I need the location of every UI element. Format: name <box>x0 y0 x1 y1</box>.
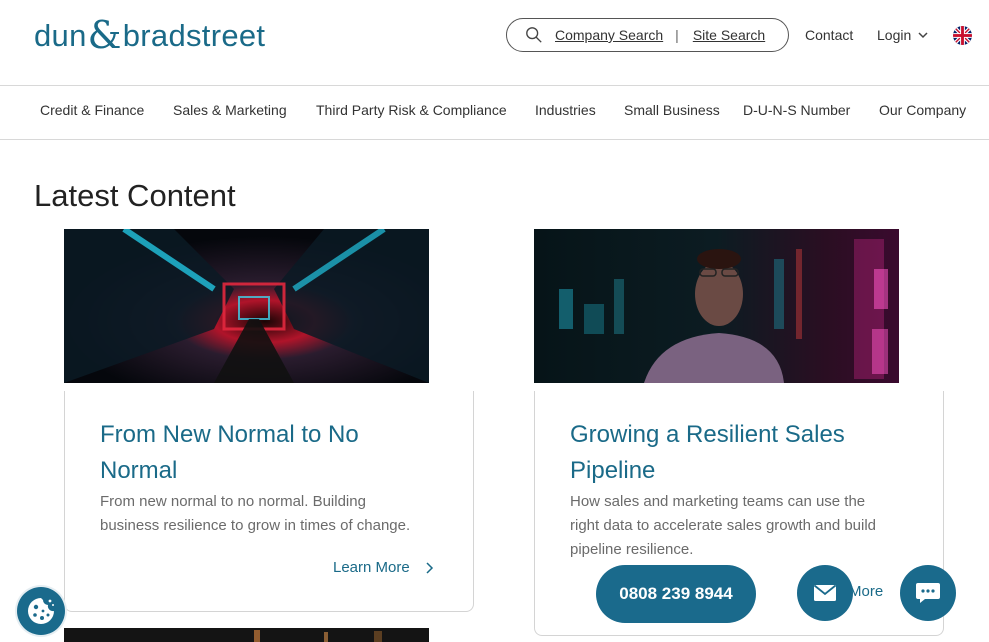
search-pill: Company Search | Site Search <box>506 18 789 52</box>
card-1-title[interactable]: From New Normal to No Normal <box>100 417 359 489</box>
card-image-tunnel[interactable] <box>64 229 429 383</box>
uk-flag-icon[interactable] <box>953 26 972 45</box>
chevron-right-icon <box>426 561 433 574</box>
card-1-learn-more[interactable]: Learn More <box>333 559 434 576</box>
site-search-link[interactable]: Site Search <box>693 27 765 43</box>
cookie-settings-button[interactable] <box>17 587 65 635</box>
nav-our-company[interactable]: Our Company <box>879 102 966 118</box>
learn-more-label: Learn More <box>333 559 410 576</box>
phone-button[interactable]: 0808 239 8944 <box>596 565 756 623</box>
nav-sales-marketing[interactable]: Sales & Marketing <box>173 102 287 118</box>
card-2-desc-line2: right data to accelerate sales growth an… <box>570 517 877 534</box>
main-nav: Credit & Finance Sales & Marketing Third… <box>0 86 989 140</box>
nav-industries[interactable]: Industries <box>535 102 596 118</box>
card-1-desc-line2: business resilience to grow in times of … <box>100 517 411 534</box>
card-2-learn-more[interactable]: More <box>849 583 883 600</box>
logo-ampersand: & <box>87 13 122 57</box>
contact-link[interactable]: Contact <box>805 27 853 43</box>
nav-third-party-risk[interactable]: Third Party Risk & Compliance <box>316 102 507 118</box>
learn-more-label: More <box>849 583 884 600</box>
login-label: Login <box>877 27 912 43</box>
chevron-down-icon <box>918 32 928 39</box>
card-2-title[interactable]: Growing a Resilient Sales Pipeline <box>570 417 845 489</box>
card-1-title-line2: Normal <box>100 457 178 484</box>
card-1-description: From new normal to no normal. Building b… <box>100 490 410 538</box>
search-icon <box>526 27 542 43</box>
content-card-1: From New Normal to No Normal From new no… <box>64 391 474 612</box>
card-2-title-line1: Growing a Resilient Sales <box>570 421 845 448</box>
site-header: dun & bradstreet Company Search | Site S… <box>0 0 989 86</box>
cookie-icon <box>28 598 54 624</box>
card-image-3-peek[interactable] <box>64 628 429 642</box>
dnb-logo[interactable]: dun & bradstreet <box>34 13 266 58</box>
section-title: Latest Content <box>34 178 236 213</box>
chat-icon <box>916 583 940 603</box>
mail-icon <box>813 584 837 601</box>
company-search-link[interactable]: Company Search <box>555 27 663 43</box>
nav-duns-number[interactable]: D-U-N-S Number <box>743 102 850 118</box>
card-1-title-line1: From New Normal to No <box>100 421 359 448</box>
card-2-desc-line1: How sales and marketing teams can use th… <box>570 493 866 510</box>
nav-small-business[interactable]: Small Business <box>624 102 720 118</box>
card-2-title-line2: Pipeline <box>570 457 656 484</box>
logo-bradstreet: bradstreet <box>122 18 266 53</box>
card-1-desc-line1: From new normal to no normal. Building <box>100 493 366 510</box>
logo-dun: dun <box>34 18 87 53</box>
email-button[interactable] <box>797 565 853 621</box>
card-image-man-neon[interactable] <box>534 229 899 383</box>
login-dropdown[interactable]: Login <box>877 27 929 43</box>
chat-button[interactable] <box>900 565 956 621</box>
card-2-description: How sales and marketing teams can use th… <box>570 490 876 562</box>
nav-credit-finance[interactable]: Credit & Finance <box>40 102 144 118</box>
search-separator: | <box>675 27 679 43</box>
card-2-desc-line3: pipeline resilience. <box>570 541 694 558</box>
